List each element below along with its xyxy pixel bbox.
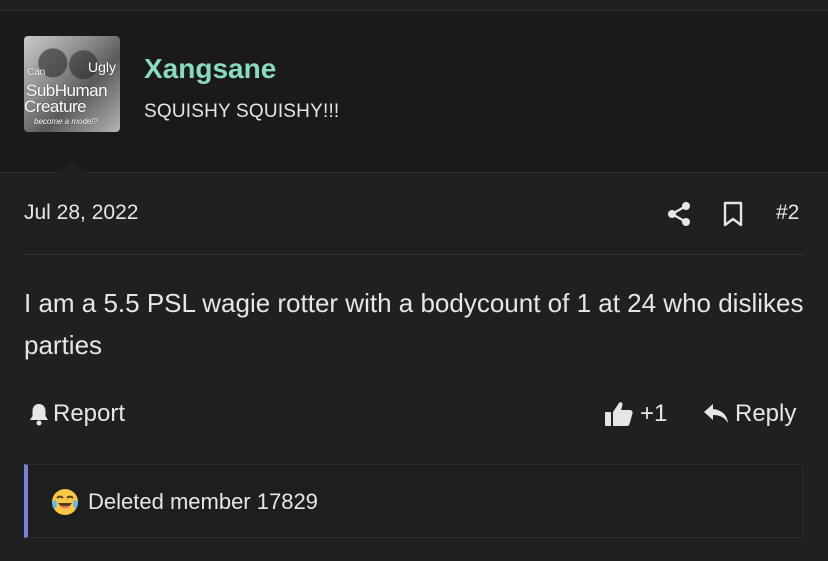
- reactions-bar[interactable]: Deleted member 17829: [24, 464, 803, 538]
- report-button[interactable]: Report: [28, 400, 125, 428]
- reply-arrow-icon: [704, 404, 728, 423]
- bell-icon: [30, 404, 48, 426]
- avatar-text-line5: become a model?: [34, 117, 98, 126]
- share-icon[interactable]: [666, 201, 692, 227]
- like-button[interactable]: +1: [604, 400, 667, 428]
- like-count: +1: [640, 400, 668, 427]
- bookmark-icon[interactable]: [722, 201, 744, 227]
- username[interactable]: Xangsane: [144, 53, 276, 85]
- post-date[interactable]: Jul 28, 2022: [24, 201, 138, 225]
- post-header-divider: [24, 254, 804, 255]
- post-content: I am a 5.5 PSL wagie rotter with a bodyc…: [24, 288, 804, 360]
- user-block-divider: [0, 172, 828, 173]
- user-block-pointer: [58, 160, 86, 173]
- user-info-block: Can Ugly SubHuman Creature become a mode…: [0, 11, 828, 173]
- post-number[interactable]: #2: [776, 201, 799, 225]
- reply-button[interactable]: Reply: [703, 400, 796, 428]
- user-title: SQUISHY SQUISHY!!!: [144, 101, 340, 122]
- report-label: Report: [53, 400, 126, 427]
- avatar-text-line2: Ugly: [88, 59, 117, 75]
- avatar-text-line4: Creature: [24, 97, 87, 116]
- avatar[interactable]: Can Ugly SubHuman Creature become a mode…: [24, 36, 120, 132]
- thumbs-up-icon: [605, 402, 633, 426]
- avatar-text-line1: Can: [27, 67, 46, 78]
- reaction-user[interactable]: Deleted member 17829: [88, 489, 318, 515]
- reply-label: Reply: [735, 400, 797, 427]
- crying-laughing-emoji-icon: [52, 489, 78, 515]
